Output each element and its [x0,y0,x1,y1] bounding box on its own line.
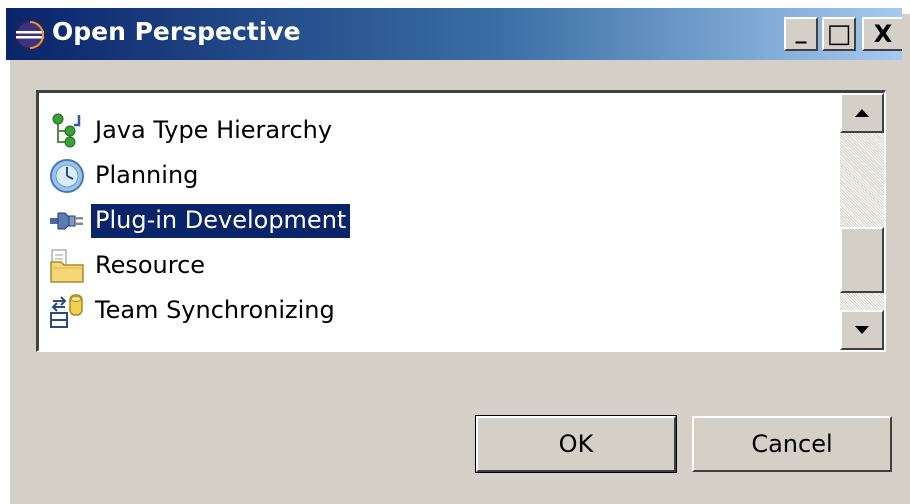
list-item-label: Plug-in Development [91,204,351,238]
ok-button[interactable]: OK [475,415,677,473]
synchronize-icon [50,294,83,328]
plug-icon [50,212,83,230]
list-item-label: Team Synchronizing [95,296,335,324]
title-bar[interactable]: Open Perspective _ □ X [6,8,902,60]
maximize-button[interactable]: □ [822,17,856,51]
maximize-icon: □ [826,19,852,49]
vertical-scrollbar[interactable] [840,93,884,350]
arrow-up-icon [855,109,869,117]
list-item-resource[interactable]: Resource [49,246,209,286]
cancel-button[interactable]: Cancel [692,416,892,472]
list-item-planning[interactable]: Planning [49,156,202,196]
folder-icon [50,249,84,283]
minimize-button[interactable]: _ [784,17,818,51]
clock-icon [50,159,84,193]
close-button[interactable]: X [862,17,902,51]
hierarchy-icon [52,113,81,148]
dialog-title: Open Perspective [52,17,301,46]
scroll-down-button[interactable] [840,310,884,350]
scroll-thumb[interactable] [840,227,884,293]
list-item-label: Planning [95,161,199,189]
list-item-label: Java Type Hierarchy [95,116,333,144]
arrow-down-icon [855,326,869,334]
list-item-plug-in-development[interactable]: Plug-in Development [49,201,351,241]
scroll-up-button[interactable] [840,93,884,133]
perspective-list[interactable]: Java Type Hierarchy Planning Plug-in Dev… [36,90,886,352]
list-item-label: Resource [95,251,206,279]
close-icon: X [873,20,893,48]
perspective-list-items: Java Type Hierarchy Planning Plug-in Dev… [39,93,840,350]
minimize-icon: _ [795,19,807,44]
list-item-java-type-hierarchy[interactable]: Java Type Hierarchy [49,111,336,151]
list-item-team-synchronizing[interactable]: Team Synchronizing [49,291,339,331]
eclipse-icon [15,20,45,50]
